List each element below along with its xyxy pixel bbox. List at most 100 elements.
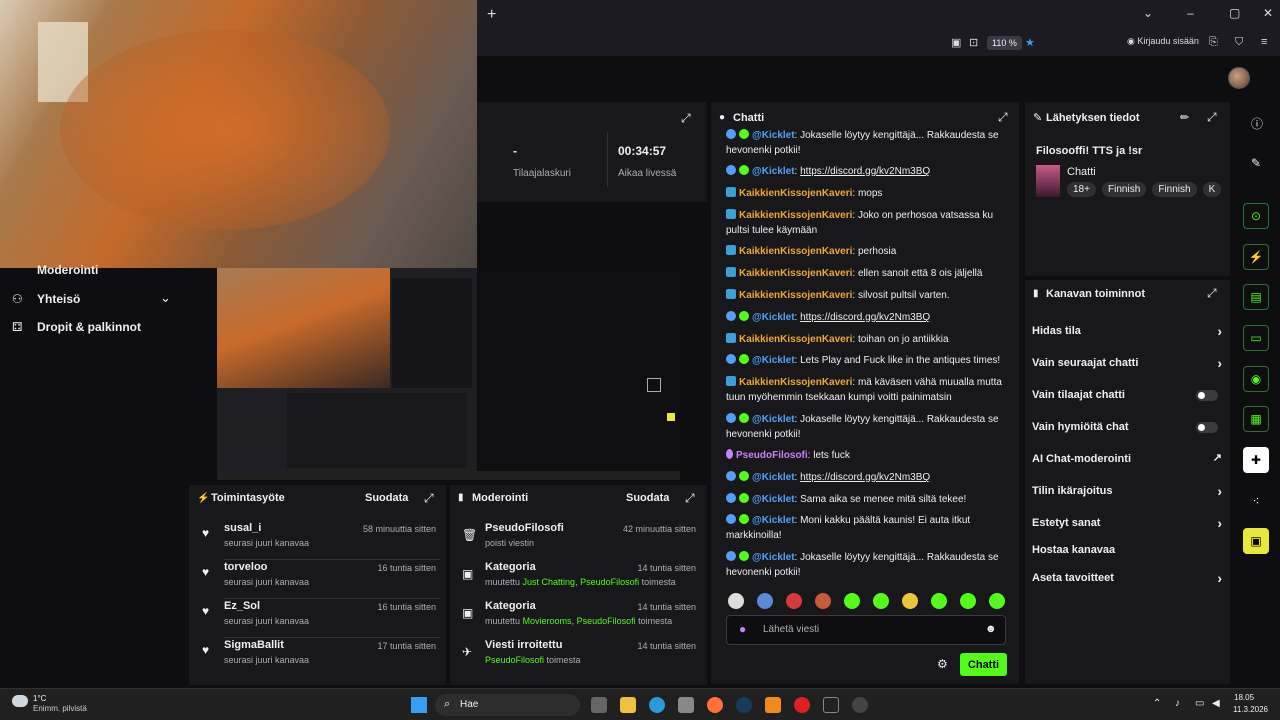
dots-icon[interactable]: ⁖ (1243, 488, 1269, 514)
weather-desc[interactable]: Enimm. pilvistä (33, 704, 87, 713)
pencil-icon[interactable]: ✎ (1251, 156, 1261, 170)
minimize-button[interactable]: – (1187, 6, 1194, 20)
category-link[interactable]: Movierooms (523, 616, 572, 626)
mic-icon[interactable]: ● (739, 622, 746, 636)
extensions-icon[interactable]: ⎘ (1209, 36, 1218, 49)
chat-username[interactable]: @Kicklet (752, 312, 795, 323)
channel-action-item[interactable]: AI Chat-moderointi ↗ (1032, 451, 1222, 465)
channel-action-item[interactable]: Aseta tavoitteet › (1032, 570, 1222, 586)
chat-username[interactable]: @Kicklet (752, 552, 795, 563)
emote-icon[interactable] (844, 593, 860, 609)
chat-username[interactable]: KaikkienKissojenKaveri (739, 246, 852, 257)
menu-icon[interactable]: ≡ (1261, 36, 1267, 48)
chat-username[interactable]: KaikkienKissojenKaveri (739, 377, 852, 388)
channel-action-item[interactable]: Tilin ikärajoitus › (1032, 483, 1222, 499)
channel-action-item[interactable]: Vain hymiöitä chat (1032, 421, 1222, 433)
firefox-icon[interactable] (707, 697, 723, 713)
gear-icon[interactable]: ⚙ (937, 657, 948, 671)
chat-username[interactable]: KaikkienKissojenKaveri (739, 334, 852, 345)
file-explorer-icon[interactable] (620, 697, 636, 713)
tag[interactable]: K (1202, 182, 1222, 197)
channel-action-item[interactable]: Hidas tila › (1032, 323, 1222, 339)
windows-start-icon[interactable] (411, 697, 427, 713)
expand-icon[interactable]: ⤢ (1207, 286, 1217, 301)
login-button[interactable]: ◉ Kirjaudu sisään (1127, 36, 1199, 47)
mic-icon[interactable]: ♪ (1175, 698, 1180, 709)
chat-username[interactable]: @Kicklet (752, 515, 795, 526)
list-item[interactable]: ▣ Kategoria 14 tuntia sitten muutettu Movie… (458, 600, 698, 639)
weather-temp[interactable]: 1°C (33, 694, 46, 703)
activity-filter[interactable]: Suodata (365, 492, 408, 504)
new-tab-button[interactable]: + (487, 6, 496, 24)
nav-moderation[interactable]: Moderointi (37, 263, 98, 277)
chevron-right-icon[interactable]: › (1217, 570, 1222, 586)
chat-bubble-icon[interactable]: ▭ (1243, 325, 1269, 351)
emote-icon[interactable] (989, 593, 1005, 609)
tag[interactable]: Finnish (1152, 182, 1197, 197)
moderation-filter[interactable]: Suodata (626, 492, 669, 504)
screenshot-icon[interactable]: ▣ (951, 36, 961, 49)
channel-action-item[interactable]: Vain tilaajat chatti (1032, 389, 1222, 401)
obs-icon[interactable] (852, 697, 868, 713)
zoom-level[interactable]: 110 % (987, 36, 1022, 50)
volume-icon[interactable]: ◀ (1212, 698, 1220, 709)
emote-icon[interactable] (786, 593, 802, 609)
chevron-down-icon[interactable]: ⌄ (1143, 6, 1153, 20)
chat-username[interactable]: @Kicklet (752, 355, 795, 366)
clapper-icon[interactable]: ▣ (1243, 528, 1269, 554)
terminal-icon[interactable] (823, 697, 839, 713)
user-link[interactable]: PseudoFilosofi (580, 577, 639, 587)
chat-username[interactable]: @Kicklet (752, 130, 795, 141)
chevron-right-icon[interactable]: › (1217, 323, 1222, 339)
network-icon[interactable]: ▭ (1195, 698, 1204, 709)
avatar[interactable] (1228, 67, 1250, 89)
emote-icon[interactable] (902, 593, 918, 609)
chat-username[interactable]: @Kicklet (752, 166, 795, 177)
stream-preview[interactable] (217, 268, 680, 480)
weather-icon[interactable] (12, 695, 28, 707)
maximize-button[interactable]: ▢ (1229, 6, 1240, 20)
tag[interactable]: 18+ (1067, 182, 1096, 197)
list-item[interactable]: ♥ torveloo seurasi juuri kanavaa 16 tuntia … (200, 561, 440, 599)
expand-icon[interactable]: ⤢ (685, 491, 695, 506)
list-item[interactable]: ♥ Ez_Sol seurasi juuri kanavaa 16 tuntia si… (200, 600, 440, 638)
broadcast-icon[interactable]: ◉ (1243, 366, 1269, 392)
chat-username[interactable]: KaikkienKissojenKaveri (739, 188, 852, 199)
chat-username[interactable]: @Kicklet (752, 494, 795, 505)
lightning-icon[interactable]: ⚡ (1243, 244, 1269, 270)
emote-icon[interactable] (873, 593, 889, 609)
search-box[interactable]: ⌕ Hae (435, 694, 580, 716)
chevron-up-icon[interactable]: ⌃ (1153, 698, 1161, 709)
wrench-icon[interactable]: ✚ (1243, 447, 1269, 473)
user-link[interactable]: PseudoFilosofi (485, 655, 544, 665)
chevron-right-icon[interactable]: › (1217, 355, 1222, 371)
expand-icon[interactable]: ⤢ (424, 491, 434, 506)
save-page-icon[interactable]: ⊡ (969, 36, 978, 49)
channel-action-item[interactable]: Hostaa kanavaa (1032, 544, 1222, 556)
nav-community[interactable]: Yhteisö (37, 292, 80, 306)
external-link-icon[interactable]: ↗ (1213, 451, 1222, 464)
emote-icon[interactable] (960, 593, 976, 609)
steam-icon[interactable] (736, 697, 752, 713)
clock-time[interactable]: 18.05 (1234, 693, 1254, 702)
vlc-icon[interactable] (765, 697, 781, 713)
send-chat-button[interactable]: Chatti (960, 653, 1007, 676)
bookmark-star-icon[interactable]: ★ (1025, 36, 1035, 49)
info-icon[interactable]: ⓘ (1251, 115, 1263, 132)
tag[interactable]: Finnish (1102, 182, 1147, 197)
chat-username[interactable]: KaikkienKissojenKaveri (739, 268, 852, 279)
emote-icon[interactable] (728, 593, 744, 609)
list-item[interactable]: 🗑 PseudoFilosofi 42 minuuttia sitten poisti… (458, 522, 698, 561)
expand-icon[interactable]: ⤢ (998, 110, 1008, 125)
category-link[interactable]: Just Chatting (523, 577, 576, 587)
emoji-icon[interactable]: ☻ (985, 623, 997, 635)
discord-link[interactable]: https://discord.gg/kv2Nm3BQ (800, 472, 930, 483)
expand-icon[interactable]: ⤢ (1207, 110, 1217, 125)
discord-link[interactable]: https://discord.gg/kv2Nm3BQ (800, 312, 930, 323)
chat-username[interactable]: @Kicklet (752, 472, 795, 483)
nav-drops[interactable]: Dropit & palkinnot (37, 320, 141, 334)
toggle-switch[interactable] (1196, 422, 1218, 433)
emote-icon[interactable] (931, 593, 947, 609)
chevron-right-icon[interactable]: › (1217, 483, 1222, 499)
list-item[interactable]: ♥ SigmaBallit seurasi juuri kanavaa 17 tunt… (200, 639, 440, 677)
